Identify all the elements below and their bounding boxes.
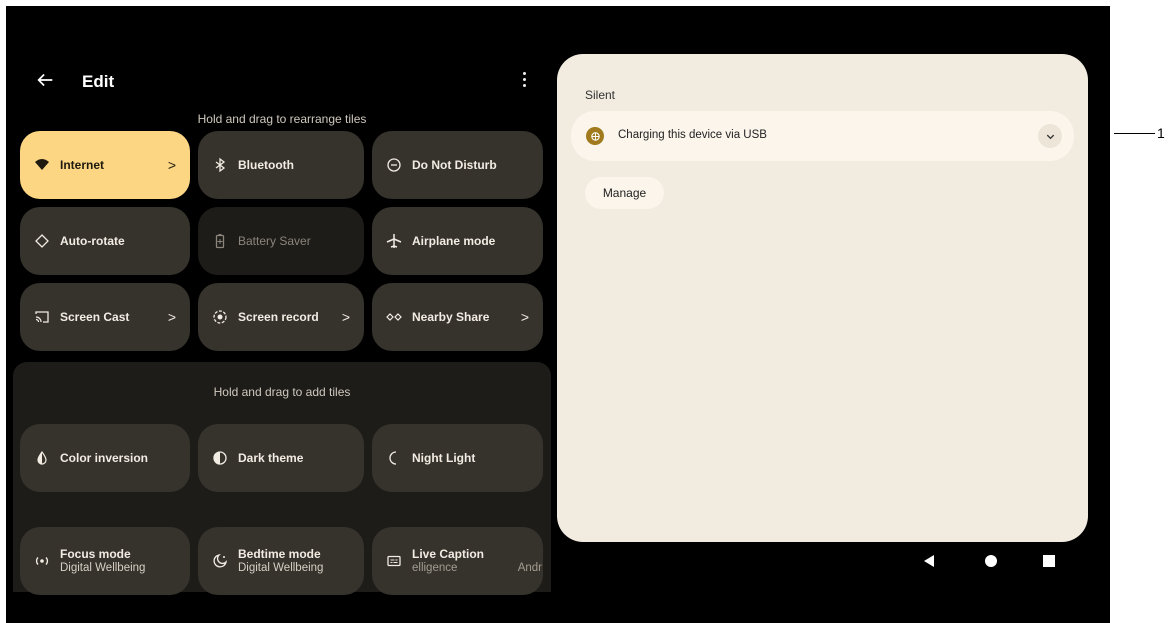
tile-screen-record[interactable]: Screen record > (198, 283, 364, 351)
callout-line (1114, 133, 1155, 134)
chevron-right-icon: > (167, 157, 176, 173)
more-options-icon[interactable] (520, 72, 528, 90)
tile-internet[interactable]: Internet > (20, 131, 190, 199)
tile-label: Dark theme (238, 451, 304, 465)
tile-nearby-share[interactable]: Nearby Share > (372, 283, 543, 351)
rearrange-hint: Hold and drag to rearrange tiles (197, 112, 367, 126)
tile-bluetooth[interactable]: Bluetooth (198, 131, 364, 199)
nav-recents-icon[interactable] (1043, 555, 1055, 567)
nav-back-icon[interactable] (924, 555, 934, 567)
tile-label: Nearby Share (412, 310, 490, 324)
airplane-icon (386, 233, 402, 249)
night-light-icon (386, 450, 402, 466)
record-icon (212, 309, 228, 325)
tile-focus-mode[interactable]: Focus mode Digital Wellbeing (20, 527, 190, 595)
tile-label: Screen record (238, 310, 319, 324)
usb-charging-notification[interactable]: Charging this device via USB (571, 111, 1074, 161)
dnd-icon (386, 157, 402, 173)
bedtime-icon (212, 553, 228, 569)
tablet-screen: Edit Hold and drag to rearrange tiles In… (6, 6, 1110, 623)
tile-sublabel: Digital Wellbeing (238, 562, 324, 574)
silent-section-label: Silent (585, 88, 616, 102)
tile-bedtime-mode[interactable]: Bedtime mode Digital Wellbeing (198, 527, 364, 595)
tile-airplane-mode[interactable]: Airplane mode (372, 207, 543, 275)
tile-live-caption[interactable]: Live Caption elligence Andr (372, 527, 543, 595)
tile-sublabel-marquee: Andr (517, 562, 542, 574)
focus-mode-icon (34, 553, 50, 569)
notification-panel: Silent Charging this device via USB Mana… (557, 54, 1088, 542)
tile-screen-cast[interactable]: Screen Cast > (20, 283, 190, 351)
nearby-share-icon (386, 309, 402, 325)
notification-text: Charging this device via USB (618, 129, 767, 141)
bluetooth-icon (212, 157, 228, 173)
tile-battery-saver[interactable]: Battery Saver (198, 207, 364, 275)
tile-label: Battery Saver (238, 234, 311, 248)
chevron-right-icon: > (167, 309, 176, 325)
tile-label: Screen Cast (60, 310, 130, 324)
chevron-right-icon: > (341, 309, 350, 325)
tile-label: Bedtime mode (238, 547, 321, 561)
back-arrow-icon[interactable] (34, 69, 56, 91)
tile-label: Focus mode (60, 547, 131, 561)
manage-button[interactable]: Manage (585, 177, 664, 209)
chevron-down-icon[interactable] (1038, 124, 1062, 148)
caption-icon (386, 553, 402, 569)
callout-number: 1 (1157, 125, 1165, 141)
dark-theme-icon (212, 450, 228, 466)
rotate-icon (34, 233, 50, 249)
color-inversion-icon (34, 450, 50, 466)
tile-label: Do Not Disturb (412, 158, 497, 172)
battery-icon (212, 233, 228, 249)
tile-sublabel: Digital Wellbeing (60, 562, 146, 574)
nav-home-icon[interactable] (985, 555, 997, 567)
tile-do-not-disturb[interactable]: Do Not Disturb (372, 131, 543, 199)
tile-color-inversion[interactable]: Color inversion (20, 424, 190, 492)
page-title: Edit (82, 72, 115, 91)
tile-sublabel: elligence (412, 562, 458, 574)
tile-auto-rotate[interactable]: Auto-rotate (20, 207, 190, 275)
wifi-icon (34, 157, 50, 173)
cast-icon (34, 309, 50, 325)
tile-label: Color inversion (60, 451, 149, 465)
tile-dark-theme[interactable]: Dark theme (198, 424, 364, 492)
tile-label: Bluetooth (238, 158, 294, 172)
android-system-icon (586, 127, 604, 145)
tile-label: Auto-rotate (60, 234, 125, 248)
chevron-right-icon: > (520, 309, 529, 325)
tile-label: Airplane mode (412, 234, 496, 248)
add-hint: Hold and drag to add tiles (213, 385, 351, 399)
tile-label: Night Light (412, 451, 476, 465)
tile-night-light[interactable]: Night Light (372, 424, 543, 492)
tile-label: Live Caption (412, 547, 485, 561)
tile-label: Internet (60, 158, 105, 172)
navigation-bar (906, 546, 1076, 576)
